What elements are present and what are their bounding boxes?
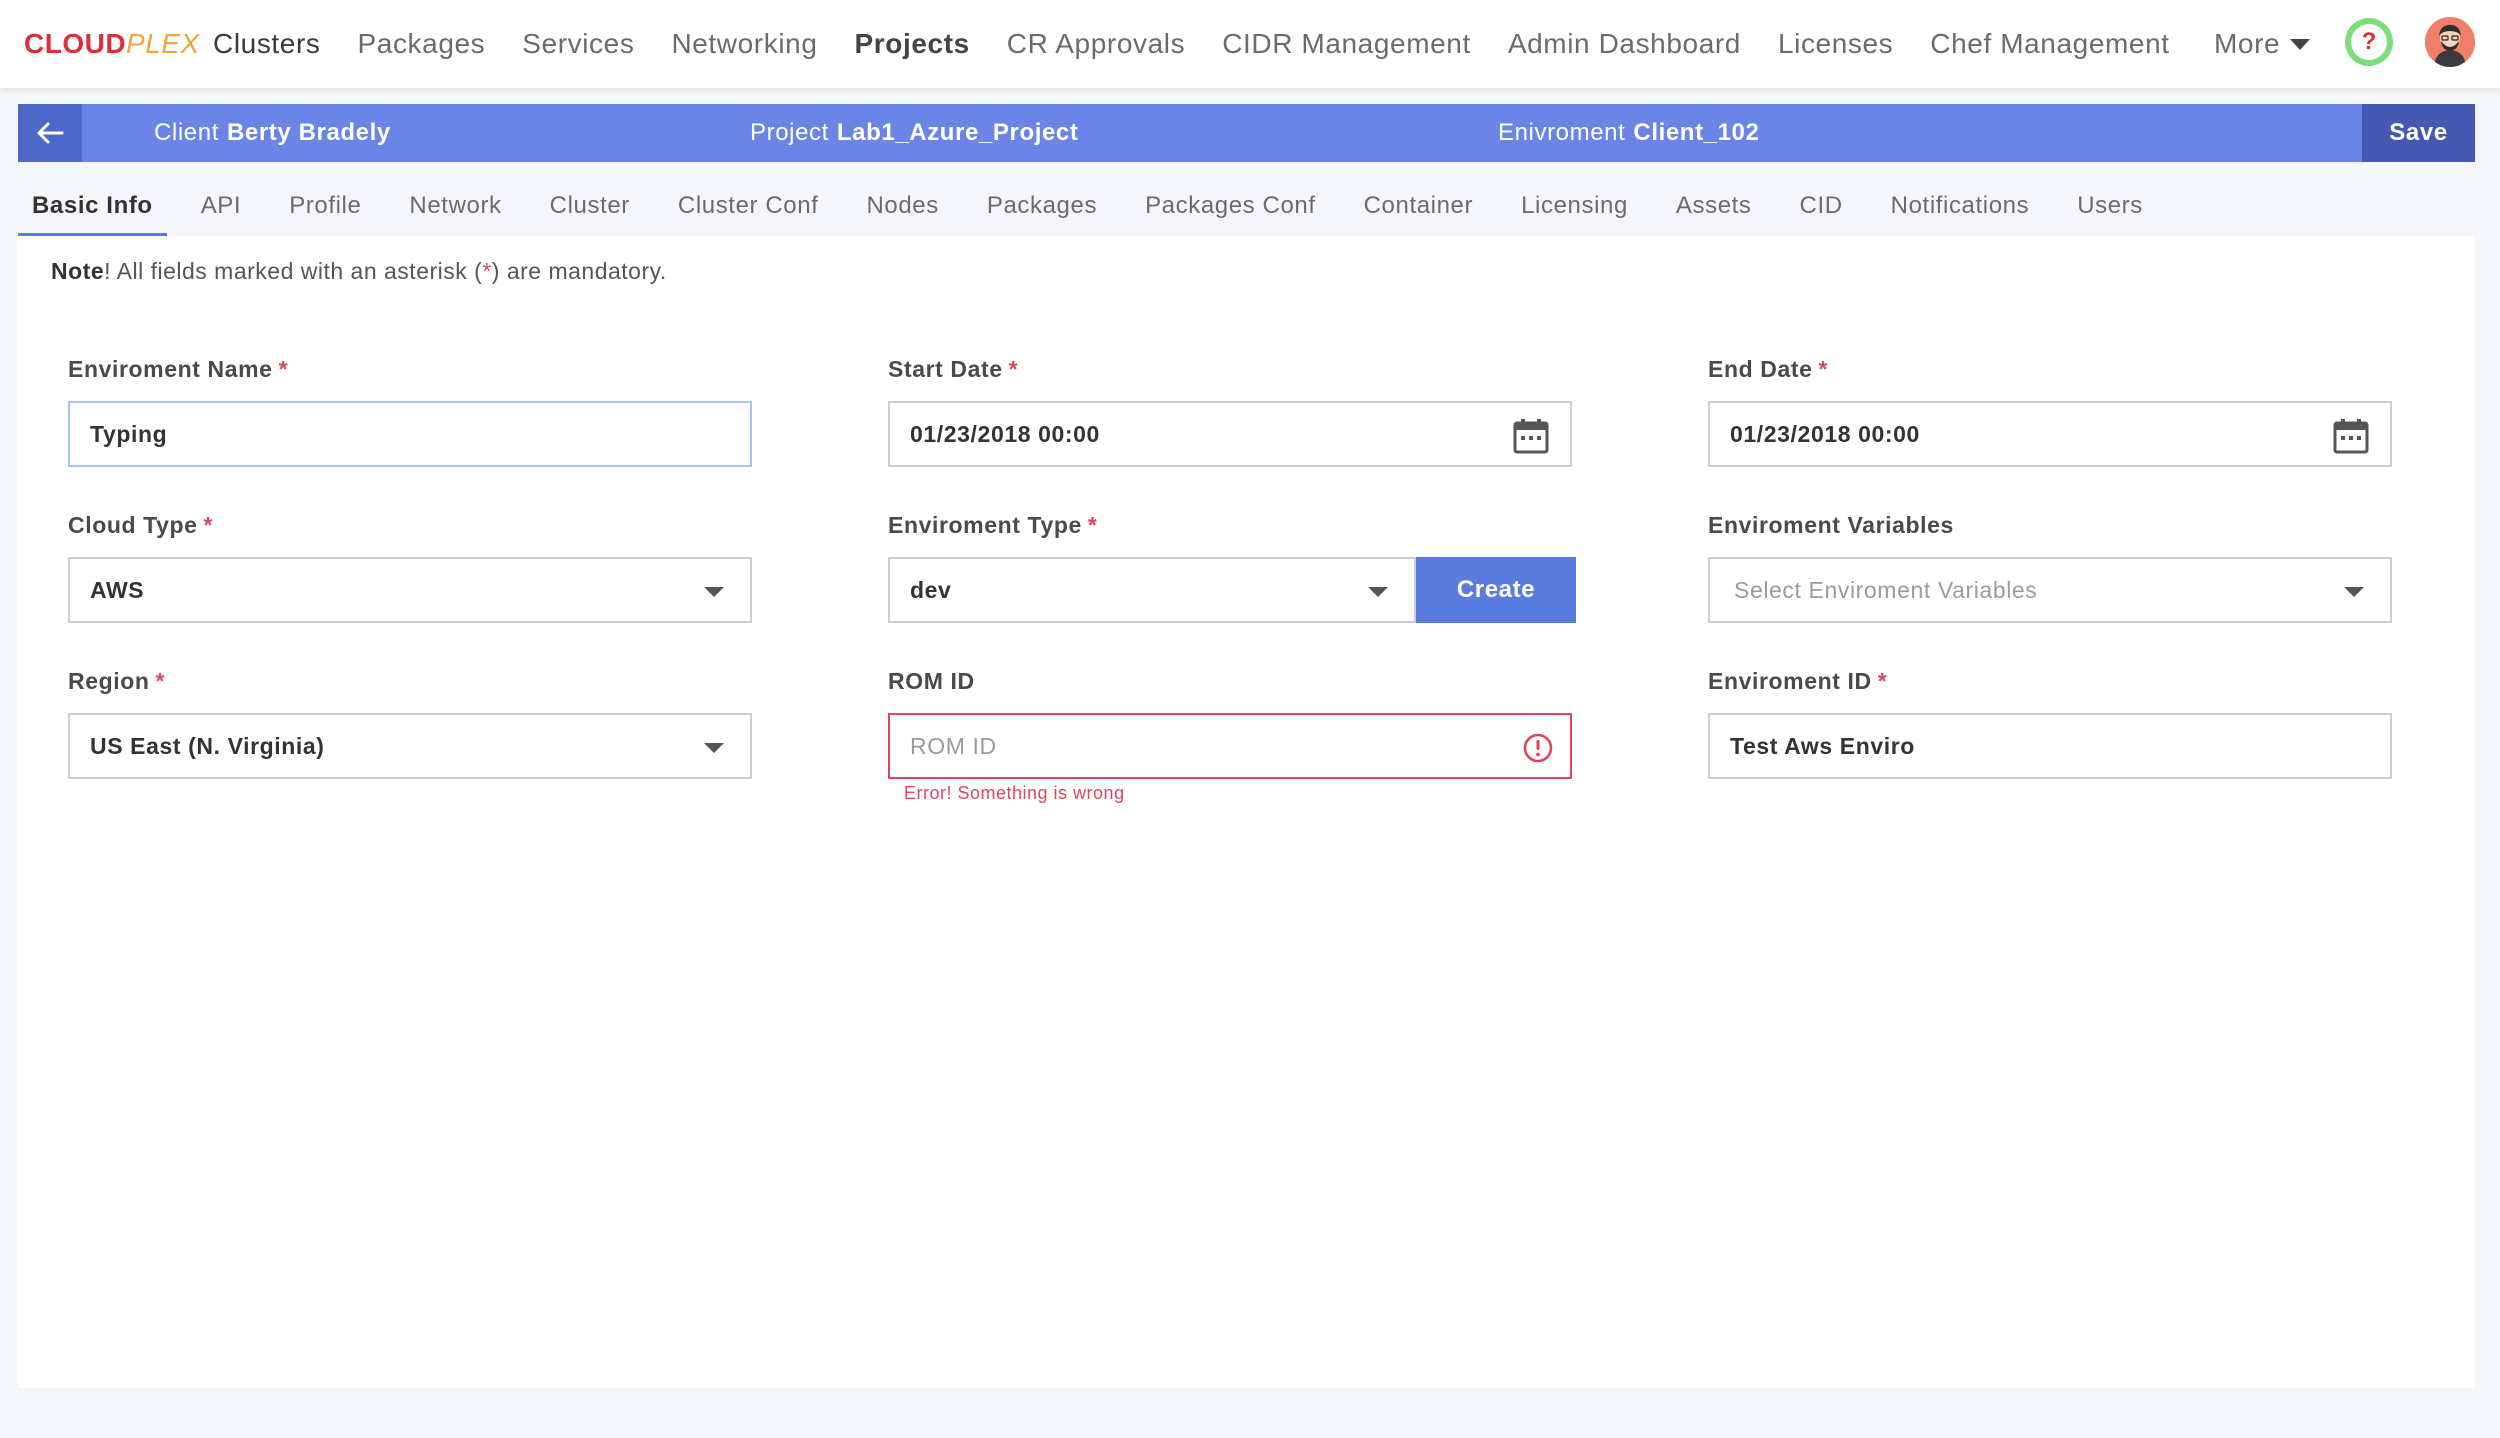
tab-cluster-conf[interactable]: Cluster Conf (664, 180, 833, 234)
tab-network[interactable]: Network (395, 180, 515, 234)
required-asterisk: * (278, 356, 289, 382)
caret-down-icon (1368, 587, 1388, 597)
main-nav: Clusters Packages Services Networking Pr… (213, 0, 2207, 88)
project-context-bar: Client Berty Bradely Project Lab1_Azure_… (18, 104, 2475, 162)
nav-item-licenses[interactable]: Licenses (1778, 28, 1893, 60)
save-button[interactable]: Save (2362, 104, 2475, 162)
caret-down-icon (2344, 587, 2364, 597)
question-mark-glyph: ? (2351, 24, 2387, 60)
environment-id-label: Enviroment ID * (1708, 668, 1888, 694)
end-date-label: End Date * (1708, 356, 1829, 382)
nav-item-services[interactable]: Services (522, 28, 634, 60)
tab-basic-info[interactable]: Basic Info (18, 180, 167, 236)
tab-nodes[interactable]: Nodes (852, 180, 952, 234)
client-value: Berty Bradely (226, 119, 391, 146)
project-label: Project (750, 119, 829, 146)
required-asterisk: * (1008, 356, 1019, 382)
nav-item-clusters[interactable]: Clusters (213, 28, 321, 60)
tab-packages[interactable]: Packages (973, 180, 1111, 234)
start-date-label: Start Date * (888, 356, 1019, 382)
project-value: Lab1_Azure_Project (836, 119, 1079, 146)
tab-packages-conf[interactable]: Packages Conf (1131, 180, 1330, 234)
user-avatar[interactable] (2425, 17, 2475, 67)
tab-profile[interactable]: Profile (275, 180, 375, 234)
cloud-type-select[interactable]: AWS (68, 557, 752, 623)
nav-item-projects[interactable]: Projects (855, 28, 970, 60)
mandatory-note: Note! All fields marked with an asterisk… (51, 258, 667, 284)
back-button[interactable] (18, 104, 82, 162)
cloud-type-label: Cloud Type * (68, 512, 214, 538)
nav-item-cr-approvals[interactable]: CR Approvals (1007, 28, 1185, 60)
required-asterisk: * (155, 668, 166, 694)
required-asterisk: * (1877, 668, 1888, 694)
user-avatar-icon (2425, 17, 2475, 67)
region-select[interactable]: US East (N. Virginia) (68, 713, 752, 779)
environment-label: Enivroment (1498, 119, 1626, 146)
nav-more-label: More (2214, 28, 2281, 59)
create-environment-type-button[interactable]: Create (1416, 557, 1576, 623)
context-environment: Enivroment Client_102 (1498, 104, 1759, 162)
environment-name-input[interactable]: Typing (68, 401, 752, 467)
top-navbar: CLOUDPLEX Clusters Packages Services Net… (0, 0, 2500, 88)
caret-down-icon (2290, 38, 2311, 50)
environment-name-label: Enviroment Name * (68, 356, 289, 382)
nav-more-dropdown[interactable]: More (2214, 0, 2311, 88)
calendar-icon[interactable] (2332, 417, 2370, 455)
project-tabs: Basic Info API Profile Network Cluster C… (18, 180, 2177, 236)
tab-notifications[interactable]: Notifications (1877, 180, 2044, 234)
environment-variables-select[interactable]: Select Enviroment Variables (1708, 557, 2392, 623)
context-client: Client Berty Bradely (154, 104, 391, 162)
environment-id-input[interactable]: Test Aws Enviro (1708, 713, 2392, 779)
nav-item-packages[interactable]: Packages (358, 28, 486, 60)
help-icon[interactable]: ? (2345, 18, 2393, 66)
environment-variables-label: Enviroment Variables (1708, 512, 1954, 538)
tab-users[interactable]: Users (2063, 180, 2157, 234)
required-asterisk: * (1087, 512, 1098, 538)
tab-api[interactable]: API (187, 180, 255, 234)
tab-licensing[interactable]: Licensing (1507, 180, 1642, 234)
client-label: Client (154, 119, 219, 146)
tab-cid[interactable]: CID (1786, 180, 1857, 234)
end-date-input[interactable]: 01/23/2018 00:00 (1708, 401, 2392, 467)
required-asterisk: * (203, 512, 214, 538)
caret-down-icon (704, 743, 724, 753)
arrow-left-icon (37, 122, 64, 144)
environment-type-label: Enviroment Type * (888, 512, 1098, 538)
context-project: Project Lab1_Azure_Project (750, 104, 1078, 162)
nav-item-networking[interactable]: Networking (671, 28, 817, 60)
caret-down-icon (704, 587, 724, 597)
error-alert-icon (1523, 733, 1553, 763)
nav-item-cidr-management[interactable]: CIDR Management (1222, 28, 1471, 60)
cloudplex-logo[interactable]: CLOUDPLEX (24, 28, 200, 60)
nav-item-chef-management[interactable]: Chef Management (1930, 28, 2169, 60)
environment-value: Client_102 (1633, 119, 1760, 146)
required-asterisk: * (1818, 356, 1829, 382)
rom-id-label: ROM ID (888, 668, 975, 694)
tab-container[interactable]: Container (1350, 180, 1487, 234)
calendar-icon[interactable] (1512, 417, 1550, 455)
basic-info-form: Note! All fields marked with an asterisk… (18, 236, 2475, 1388)
tab-assets[interactable]: Assets (1662, 180, 1766, 234)
region-label: Region * (68, 668, 166, 694)
rom-id-error-message: Error! Something is wrong (904, 783, 1125, 803)
environment-type-select[interactable]: dev (888, 557, 1416, 623)
nav-item-admin-dashboard[interactable]: Admin Dashboard (1508, 28, 1741, 60)
start-date-input[interactable]: 01/23/2018 00:00 (888, 401, 1572, 467)
tab-cluster[interactable]: Cluster (536, 180, 644, 234)
rom-id-input[interactable]: ROM ID (888, 713, 1572, 779)
